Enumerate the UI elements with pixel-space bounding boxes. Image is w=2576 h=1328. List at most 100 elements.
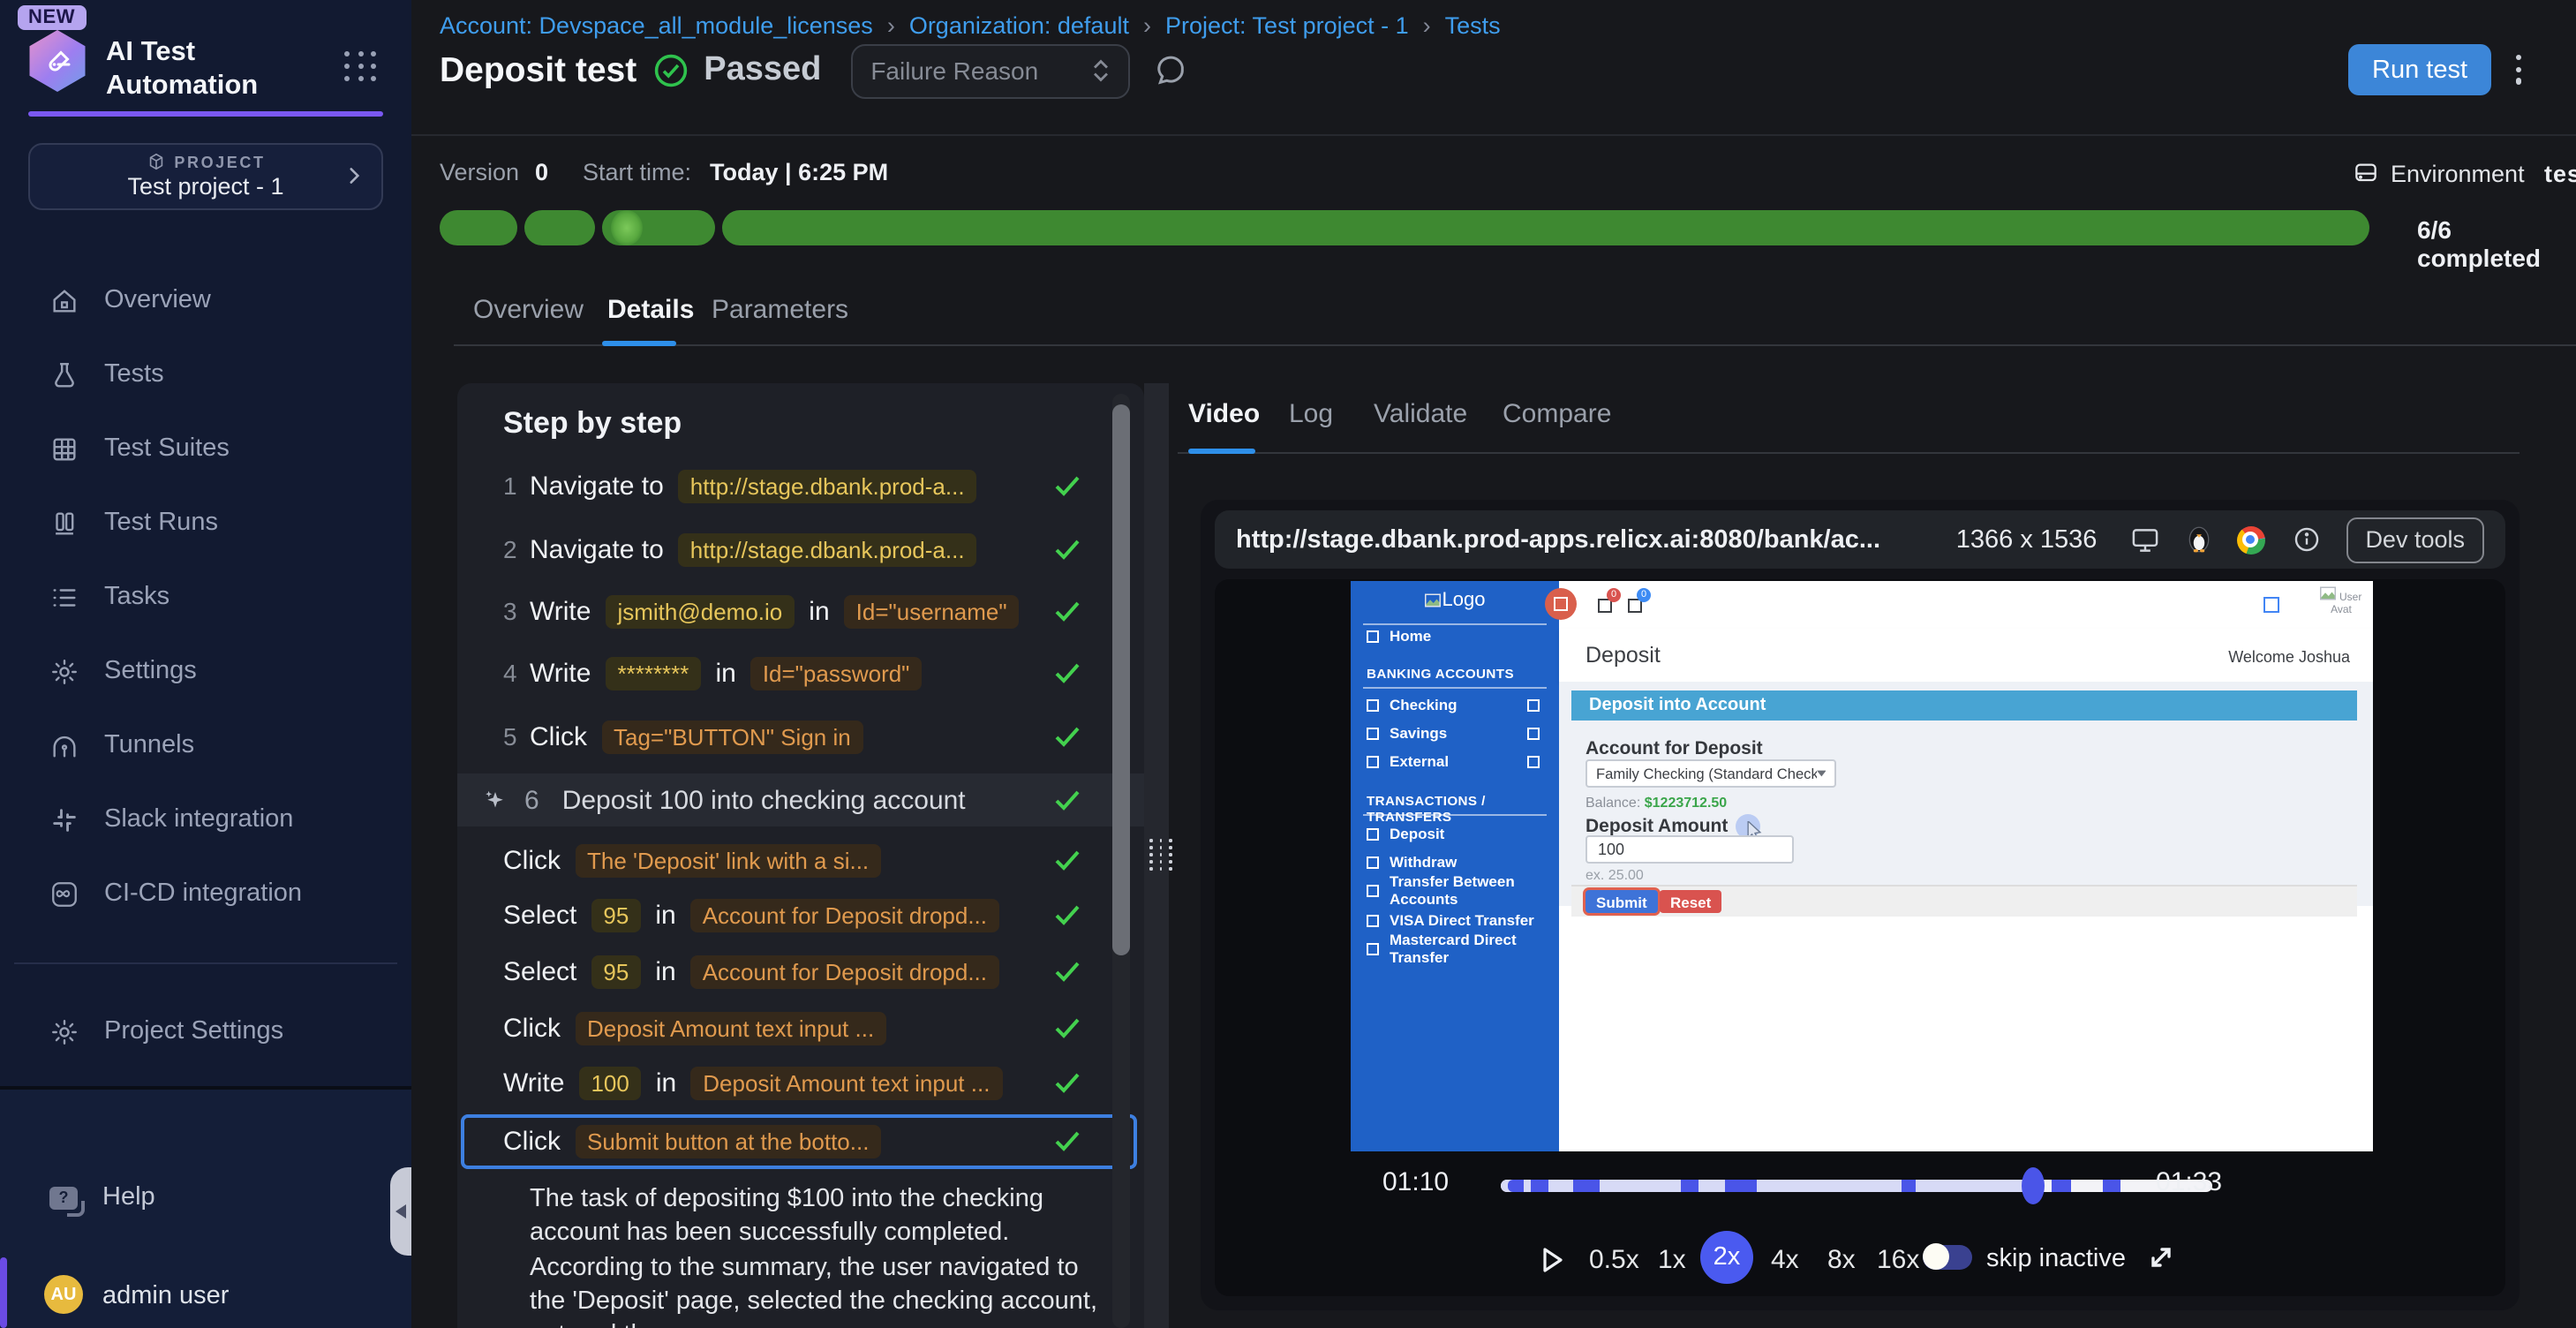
bank-app-screenshot: Logo Home BANKING ACCOUNTS Checking Savi… — [1351, 581, 2373, 1151]
sidebar-item-label: Test Runs — [104, 509, 218, 537]
project-switcher[interactable]: PROJECT Test project - 1 — [28, 143, 383, 210]
sidebar-item-cicd-integration[interactable]: CI-CD integration — [0, 864, 411, 924]
breadcrumb-account[interactable]: Account: Devspace_all_module_licenses — [440, 11, 873, 38]
failure-reason-select[interactable]: Failure Reason — [851, 43, 1130, 98]
timeline-marker[interactable] — [1901, 1180, 1917, 1192]
passed-check-icon — [652, 53, 688, 88]
step-row-1[interactable]: 1 Navigate to http://stage.dbank.prod-a.… — [457, 464, 1144, 507]
chrome-icon — [2236, 525, 2264, 554]
step-row-4[interactable]: 4 Write ******** in Id="password" — [457, 652, 1144, 694]
speed-8x[interactable]: 8x — [1827, 1245, 1856, 1275]
sidebar-item-tests[interactable]: Tests — [0, 344, 411, 404]
user-name[interactable]: admin user — [102, 1282, 229, 1310]
skip-inactive-toggle[interactable] — [1923, 1245, 1972, 1270]
speed-2x-active[interactable]: 2x — [1700, 1231, 1753, 1284]
progress-segment[interactable] — [722, 210, 2369, 245]
timeline-playhead[interactable] — [2022, 1167, 2045, 1204]
tab-parameters[interactable]: Parameters — [712, 295, 848, 325]
sidebar-item-help[interactable]: ? Help — [0, 1167, 411, 1227]
timeline-track[interactable] — [1501, 1180, 2212, 1192]
play-icon[interactable] — [1541, 1247, 1564, 1273]
steps-scrollbar[interactable] — [1112, 394, 1130, 1328]
speed-1x[interactable]: 1x — [1658, 1245, 1686, 1275]
broken-image-icon — [2321, 586, 2337, 600]
substep-row-2[interactable]: Select 95 in Account for Deposit dropd..… — [457, 894, 1144, 936]
sidebar-item-test-suites[interactable]: Test Suites — [0, 419, 411, 479]
bank-nav-home[interactable]: Home — [1351, 625, 1559, 646]
timeline-marker[interactable] — [1681, 1180, 1699, 1192]
new-badge: NEW — [18, 5, 86, 30]
sidebar-item-settings[interactable]: Settings — [0, 641, 411, 701]
fullscreen-icon[interactable] — [2147, 1243, 2175, 1271]
tab-compare[interactable]: Compare — [1503, 399, 1611, 429]
breadcrumb-organization[interactable]: Organization: default — [909, 11, 1129, 38]
timeline-marker[interactable] — [1507, 1180, 1524, 1192]
speed-16x[interactable]: 16x — [1877, 1245, 1919, 1275]
video-tabs-divider — [1178, 452, 2520, 454]
step-value-chip: 100 — [578, 1066, 641, 1099]
progress-segment[interactable] — [440, 210, 517, 245]
progress-segment[interactable] — [524, 210, 595, 245]
step-row-3[interactable]: 3 Write jsmith@demo.io in Id="username" — [457, 590, 1144, 632]
progress-highlight — [611, 210, 643, 245]
submit-button[interactable]: Submit — [1586, 890, 1658, 913]
timeline-marker[interactable] — [2103, 1180, 2120, 1192]
substep-row-4[interactable]: Click Deposit Amount text input ... — [457, 1007, 1144, 1049]
bank-nav-transfer-between[interactable]: Transfer Between Accounts — [1351, 879, 1559, 901]
step-row-2[interactable]: 2 Navigate to http://stage.dbank.prod-a.… — [457, 528, 1144, 570]
tab-log[interactable]: Log — [1289, 399, 1333, 429]
columns-icon — [49, 508, 79, 538]
sidebar-item-tunnels[interactable]: Tunnels — [0, 715, 411, 775]
apps-grid-icon[interactable] — [344, 51, 378, 81]
tab-video[interactable]: Video — [1188, 399, 1260, 429]
sidebar-item-tasks[interactable]: Tasks — [0, 567, 411, 627]
breadcrumb-separator: › — [887, 11, 895, 38]
substep-row-6-selected[interactable]: Click Submit button at the botto... — [457, 1120, 1144, 1162]
substep-row-5[interactable]: Write 100 in Deposit Amount text input .… — [457, 1061, 1144, 1104]
timeline-marker[interactable] — [1724, 1180, 1757, 1192]
substep-row-1[interactable]: Click The 'Deposit' link with a si... — [457, 839, 1144, 881]
deposit-amount-input[interactable]: 100 — [1586, 835, 1794, 864]
info-icon[interactable] — [2291, 524, 2321, 555]
version-value: 0 — [535, 159, 548, 185]
bank-nav-withdraw[interactable]: Withdraw — [1351, 851, 1559, 872]
substep-row-3[interactable]: Select 95 in Account for Deposit dropd..… — [457, 950, 1144, 992]
tab-details[interactable]: Details — [607, 295, 694, 325]
breadcrumb-project[interactable]: Project: Test project - 1 — [1165, 11, 1409, 38]
active-tab-underline — [602, 341, 676, 346]
bank-nav-visa-transfer[interactable]: VISA Direct Transfer — [1351, 909, 1559, 931]
speed-0.5x[interactable]: 0.5x — [1589, 1245, 1639, 1275]
bank-nav-mastercard-transfer[interactable]: Mastercard Direct Transfer — [1351, 938, 1559, 959]
progress-segment[interactable] — [602, 210, 715, 245]
reset-button[interactable]: Reset — [1660, 890, 1721, 913]
steps-scrollbar-thumb[interactable] — [1112, 404, 1130, 955]
step-row-5[interactable]: 5 Click Tag="BUTTON" Sign in — [457, 715, 1144, 758]
step-group-header[interactable]: 6 Deposit 100 into checking account — [457, 773, 1144, 826]
more-menu-icon[interactable] — [2516, 55, 2521, 84]
bank-content: Deposit into Account Account for Deposit… — [1559, 682, 2373, 1151]
monitor-icon — [2128, 525, 2160, 554]
account-select[interactable]: Family Checking (Standard Checking) — [1586, 759, 1836, 788]
panel-resize-handle[interactable] — [1144, 383, 1169, 1328]
breadcrumb-tests[interactable]: Tests — [1445, 11, 1501, 38]
run-test-button[interactable]: Run test — [2348, 44, 2491, 95]
speed-4x[interactable]: 4x — [1771, 1245, 1799, 1275]
tab-validate[interactable]: Validate — [1374, 399, 1467, 429]
sidebar-item-project-settings[interactable]: Project Settings — [0, 1001, 411, 1061]
sidebar-collapse-handle[interactable] — [390, 1167, 411, 1256]
sidebar-item-overview[interactable]: Overview — [0, 270, 411, 330]
sidebar-item-slack-integration[interactable]: Slack integration — [0, 789, 411, 849]
drag-dots-icon — [1149, 839, 1174, 871]
environment-icon — [2352, 159, 2380, 187]
user-avatar[interactable]: AU — [44, 1275, 83, 1314]
comment-icon[interactable] — [1153, 53, 1188, 88]
timeline-marker[interactable] — [2052, 1180, 2072, 1192]
checkbox-icon[interactable] — [2263, 597, 2279, 613]
select-caret-icon — [1816, 770, 1826, 777]
dev-tools-button[interactable]: Dev tools — [2346, 517, 2484, 562]
tab-overview[interactable]: Overview — [473, 295, 584, 325]
timeline-marker[interactable] — [1573, 1180, 1599, 1192]
timeline-marker[interactable] — [1530, 1180, 1549, 1192]
bank-nav-deposit[interactable]: Deposit — [1351, 823, 1559, 844]
sidebar-item-test-runs[interactable]: Test Runs — [0, 493, 411, 553]
